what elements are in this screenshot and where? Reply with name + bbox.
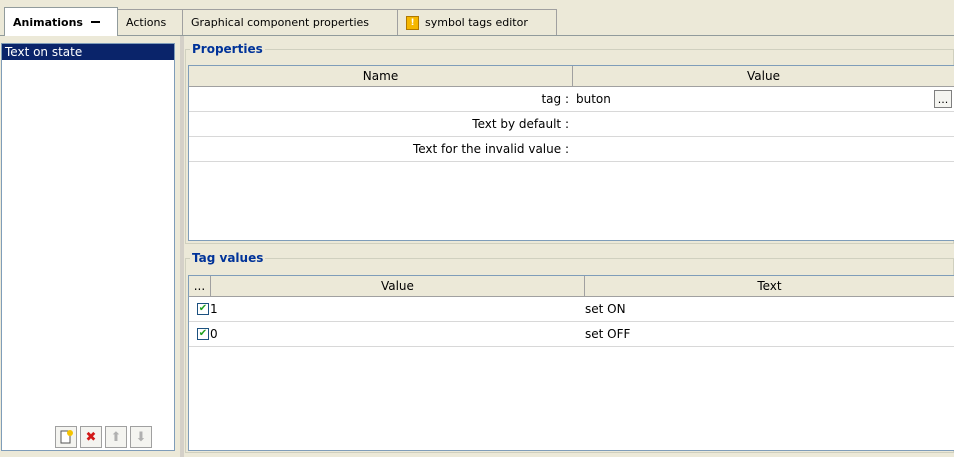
value-label: 1: [210, 302, 218, 316]
tab-animations[interactable]: Animations: [4, 7, 118, 36]
properties-grid: Name Value tag : buton ... Text by defau…: [188, 65, 954, 241]
column-header-value[interactable]: Value: [211, 276, 585, 296]
browse-tag-button[interactable]: ...: [934, 90, 952, 108]
move-up-button[interactable]: ⬆: [105, 426, 127, 448]
property-name: tag :: [189, 87, 573, 111]
property-value[interactable]: [573, 137, 954, 161]
tag-values-header: ... Value Text: [189, 276, 954, 297]
browse-button-label: ...: [937, 92, 949, 106]
list-item-label: Text on state: [5, 45, 83, 59]
tag-values-group: Tag values ... Value Text ✔ 1 set ON ✔ 0…: [185, 251, 954, 453]
text-label: set OFF: [584, 327, 631, 341]
animations-panel: Text on state ✖ ⬆ ⬇: [0, 36, 180, 457]
property-name-label: Text by default :: [472, 117, 569, 131]
check-icon: ✔: [198, 328, 208, 339]
value-cell[interactable]: ✔ 0: [189, 322, 585, 346]
text-cell[interactable]: set ON: [585, 297, 954, 321]
table-row[interactable]: ✔ 1 set ON: [189, 297, 954, 322]
value-label: 0: [210, 327, 218, 341]
text-label: set ON: [584, 302, 626, 316]
delete-animation-button[interactable]: ✖: [80, 426, 102, 448]
column-header-label: Value: [380, 279, 414, 293]
property-name-label: tag :: [541, 92, 569, 106]
property-name: Text by default :: [189, 112, 573, 136]
property-row-text-invalid[interactable]: Text for the invalid value :: [189, 137, 954, 162]
tab-actions[interactable]: Actions: [117, 9, 183, 35]
tag-values-title: Tag values: [190, 251, 266, 265]
delete-icon: ✖: [85, 429, 97, 445]
value-cell[interactable]: ✔ 1: [189, 297, 585, 321]
arrow-up-icon: ⬆: [110, 429, 122, 445]
list-item[interactable]: Text on state: [2, 44, 174, 60]
new-icon: [60, 430, 73, 444]
property-value[interactable]: buton ...: [573, 87, 954, 111]
property-value-label: buton: [576, 92, 611, 106]
tab-label: Animations: [13, 15, 83, 29]
property-name: Text for the invalid value :: [189, 137, 573, 161]
table-row[interactable]: ✔ 0 set OFF: [189, 322, 954, 347]
new-animation-button[interactable]: [55, 426, 77, 448]
tab-label: Actions: [126, 16, 167, 29]
column-header-text[interactable]: Text: [585, 276, 954, 296]
tab-label: Graphical component properties: [191, 16, 369, 29]
row-checkbox[interactable]: ✔: [197, 303, 209, 315]
minimize-icon[interactable]: [90, 21, 100, 23]
row-checkbox[interactable]: ✔: [197, 328, 209, 340]
tab-label: symbol tags editor: [425, 16, 528, 29]
tab-graphical-component-properties[interactable]: Graphical component properties: [182, 9, 398, 35]
tag-values-grid: ... Value Text ✔ 1 set ON ✔ 0 set OFF: [188, 275, 954, 451]
property-value[interactable]: [573, 112, 954, 136]
properties-title: Properties: [190, 42, 265, 56]
check-icon: ✔: [198, 303, 208, 314]
property-row-tag[interactable]: tag : buton ...: [189, 87, 954, 112]
column-header-name[interactable]: Name: [189, 66, 573, 86]
column-header-label: Text: [757, 279, 782, 293]
column-header-label: ...: [193, 279, 206, 293]
animations-list[interactable]: Text on state: [1, 43, 175, 451]
arrow-down-icon: ⬇: [135, 429, 147, 445]
properties-group: Properties Name Value tag : buton ... Te…: [185, 42, 954, 244]
text-cell[interactable]: set OFF: [585, 322, 954, 346]
column-header-value[interactable]: Value: [573, 66, 954, 86]
property-row-text-default[interactable]: Text by default :: [189, 112, 954, 137]
move-down-button[interactable]: ⬇: [130, 426, 152, 448]
column-header-select[interactable]: ...: [189, 276, 211, 296]
property-name-label: Text for the invalid value :: [412, 142, 569, 156]
panel-splitter[interactable]: [180, 36, 184, 457]
properties-header: Name Value: [189, 66, 954, 87]
column-header-label: Value: [747, 69, 780, 83]
tab-strip: Animations Actions Graphical component p…: [0, 0, 954, 36]
animations-toolbar: ✖ ⬆ ⬇: [55, 426, 152, 448]
tag-icon: !: [406, 15, 419, 30]
tab-symbol-tags-editor[interactable]: ! symbol tags editor: [397, 9, 557, 35]
column-header-label: Name: [362, 69, 399, 83]
